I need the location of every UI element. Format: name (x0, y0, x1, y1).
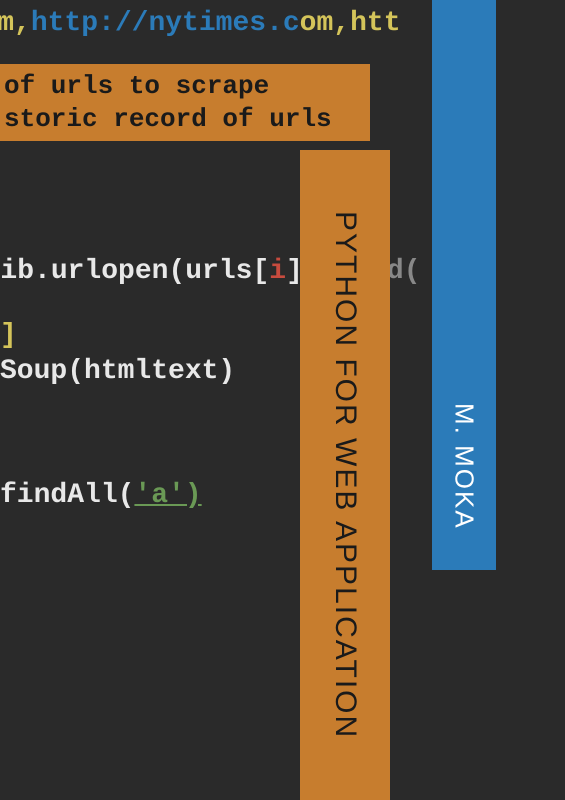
code-bracket: ] (0, 316, 17, 355)
author-bar: M. MOKA (432, 0, 496, 570)
text: om (300, 8, 334, 39)
text: rllib.urlopen(urls[ (0, 256, 269, 287)
code-findall-line: findAll('a') (0, 476, 202, 515)
comment-box: of urls to scrape storic record of urls (0, 64, 370, 141)
url-text: http://nytimes.c (31, 8, 300, 39)
title-bar: PYTHON FOR WEB APPLICATION (300, 150, 390, 800)
code-soup-line: Soup(htmltext) (0, 352, 235, 391)
text: findAll( (0, 480, 134, 511)
author-name: M. MOKA (449, 403, 480, 530)
text: s.com, (0, 8, 31, 39)
comment-line: storic record of urls (4, 103, 370, 136)
text: ,htt (333, 8, 400, 39)
comment-line: of urls to scrape (4, 70, 370, 103)
book-title: PYTHON FOR WEB APPLICATION (328, 211, 362, 739)
string-text: 'a') (134, 480, 201, 511)
var-text: i (269, 256, 286, 287)
